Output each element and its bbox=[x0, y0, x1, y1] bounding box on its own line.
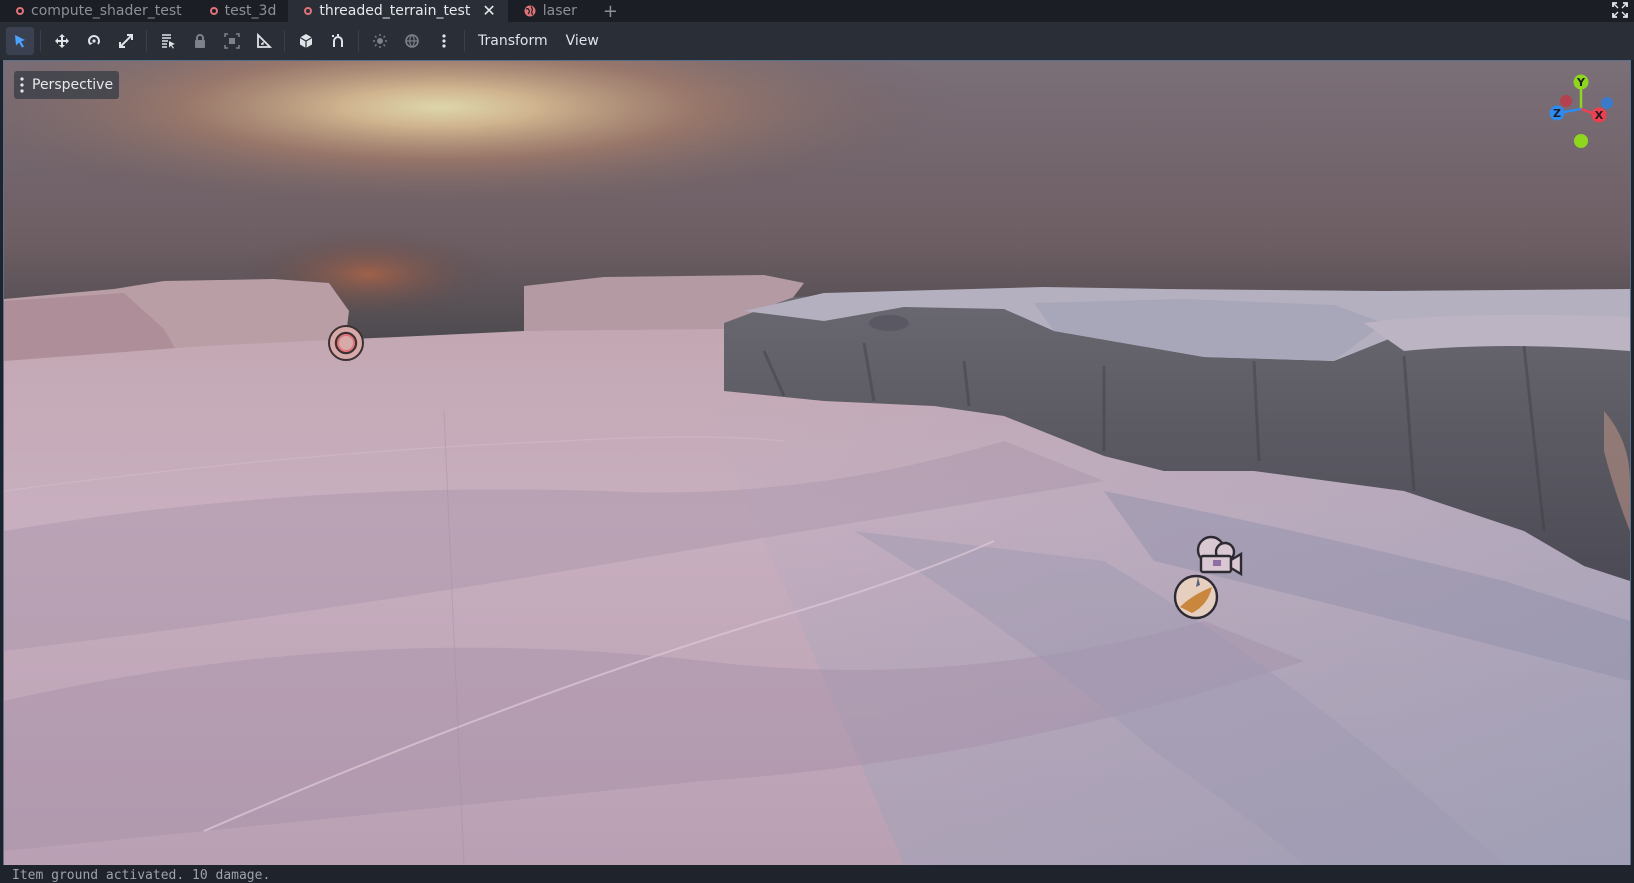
fullscreen-icon[interactable] bbox=[1612, 2, 1628, 18]
scene-circle-icon bbox=[16, 7, 24, 15]
terrain-scene-render bbox=[4, 61, 1630, 865]
add-tab-button[interactable]: + bbox=[589, 0, 632, 22]
gizmo-neg-y-handle[interactable] bbox=[1574, 134, 1588, 148]
lock-icon bbox=[195, 34, 205, 48]
tab-label: compute_shader_test bbox=[31, 3, 182, 19]
more-options-button[interactable] bbox=[430, 27, 458, 55]
toolbar-separator bbox=[284, 30, 285, 52]
view-orientation-gizmo[interactable]: Y X Z bbox=[1546, 69, 1616, 149]
sun-preview-icon bbox=[373, 34, 387, 48]
move-mode-button[interactable] bbox=[48, 27, 76, 55]
tab-compute-shader-test[interactable]: compute_shader_test bbox=[0, 0, 194, 22]
toolbar-separator bbox=[464, 30, 465, 52]
snap-icon bbox=[332, 34, 343, 47]
sun-preview-button[interactable] bbox=[366, 27, 394, 55]
omni-light-icon[interactable] bbox=[326, 323, 366, 363]
tab-test-3d[interactable]: test_3d bbox=[194, 0, 289, 22]
list-select-button[interactable] bbox=[154, 27, 182, 55]
tab-label: test_3d bbox=[224, 3, 277, 19]
scene-tab-bar: compute_shader_test test_3d threaded_ter… bbox=[0, 0, 1634, 22]
tab-laser[interactable]: laser bbox=[508, 0, 589, 22]
gizmo-y-label: Y bbox=[1576, 76, 1586, 89]
scene-circle-icon bbox=[209, 7, 218, 15]
toolbar-separator bbox=[146, 30, 147, 52]
ruler-icon bbox=[257, 33, 272, 48]
ruler-button[interactable] bbox=[250, 27, 278, 55]
view-menu[interactable]: View bbox=[558, 27, 607, 55]
toolbar-separator bbox=[40, 30, 41, 52]
list-select-icon bbox=[162, 34, 175, 49]
world-environment-icon[interactable] bbox=[1172, 573, 1220, 621]
group-icon bbox=[224, 33, 240, 49]
3d-viewport[interactable]: Perspective Y X Z bbox=[3, 60, 1631, 866]
scale-mode-button[interactable] bbox=[112, 27, 140, 55]
camera-icon[interactable] bbox=[1191, 532, 1243, 578]
tab-label: laser bbox=[542, 3, 577, 19]
select-mode-button[interactable] bbox=[6, 27, 34, 55]
move-icon bbox=[55, 34, 69, 48]
rotate-icon bbox=[88, 35, 100, 45]
gizmo-x-label: X bbox=[1595, 109, 1604, 122]
gizmo-neg-x-handle[interactable] bbox=[1560, 95, 1572, 107]
rotate-mode-button[interactable] bbox=[80, 27, 108, 55]
local-space-button[interactable] bbox=[292, 27, 320, 55]
snap-button[interactable] bbox=[324, 27, 352, 55]
viewport-toolbar: Transform View bbox=[0, 22, 1634, 60]
lock-button[interactable] bbox=[186, 27, 214, 55]
globe-icon bbox=[524, 5, 536, 17]
perspective-menu-button[interactable]: Perspective bbox=[14, 71, 120, 99]
gizmo-neg-z-handle[interactable] bbox=[1601, 97, 1613, 109]
select-icon bbox=[15, 35, 25, 48]
kebab-menu-icon bbox=[20, 77, 24, 93]
more-icon bbox=[442, 34, 446, 48]
local-space-icon bbox=[299, 34, 313, 48]
output-panel-strip: Item ground activated. 10 damage. bbox=[0, 865, 1634, 883]
tab-threaded-terrain-test[interactable]: threaded_terrain_test ✕ bbox=[288, 0, 508, 22]
toolbar-separator bbox=[358, 30, 359, 52]
environment-preview-button[interactable] bbox=[398, 27, 426, 55]
tab-label: threaded_terrain_test bbox=[319, 3, 471, 19]
output-log-line: Item ground activated. 10 damage. bbox=[12, 868, 271, 883]
scene-circle-icon bbox=[304, 7, 313, 15]
scale-icon bbox=[119, 34, 133, 48]
gizmo-z-label: Z bbox=[1553, 107, 1561, 120]
perspective-label: Perspective bbox=[32, 77, 114, 93]
transform-menu[interactable]: Transform bbox=[470, 27, 556, 55]
close-tab-icon[interactable]: ✕ bbox=[482, 3, 495, 19]
group-button[interactable] bbox=[218, 27, 246, 55]
environment-preview-icon bbox=[405, 34, 419, 48]
